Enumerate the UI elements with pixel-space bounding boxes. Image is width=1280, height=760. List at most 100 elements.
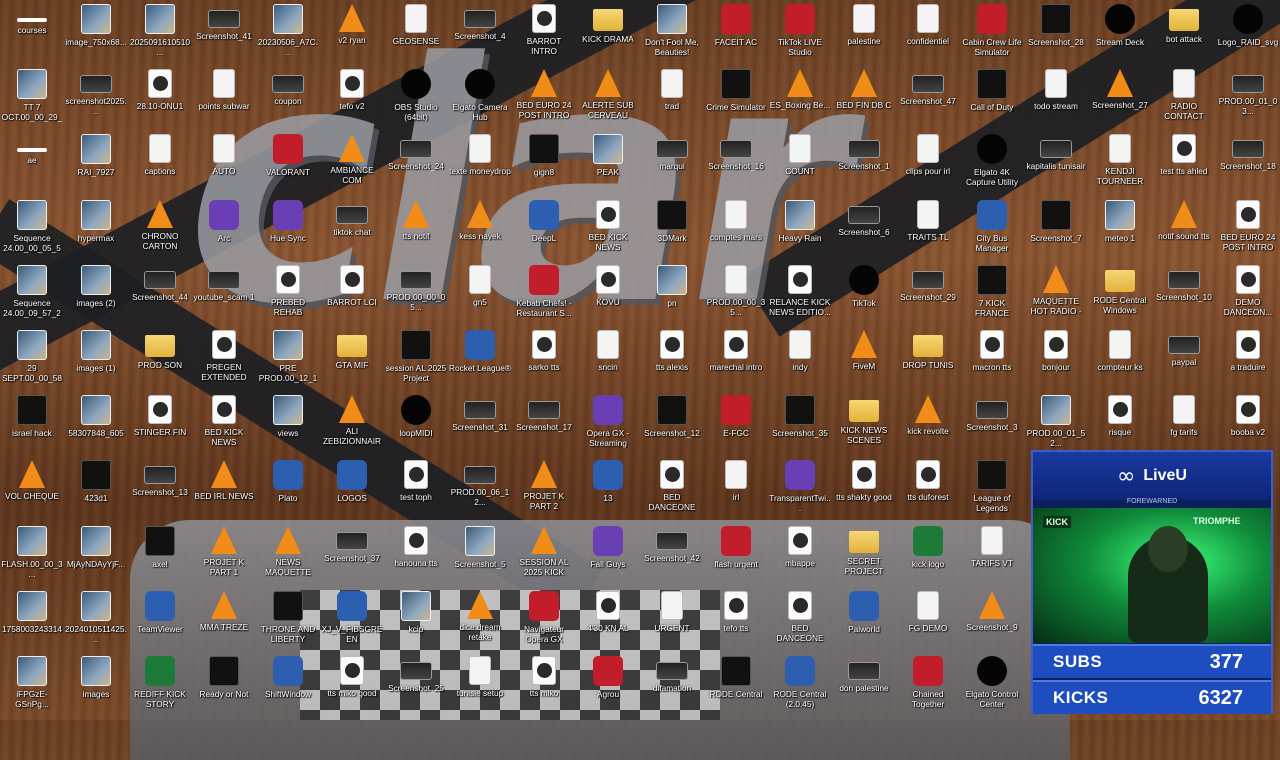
desktop-icon[interactable]: TikTok — [832, 261, 896, 326]
desktop-icon[interactable]: RADIO CONTACT — [1152, 65, 1216, 130]
desktop-icon[interactable]: Elgato Control Center — [960, 652, 1024, 717]
desktop-icon[interactable]: PREGEN EXTENDED — [192, 326, 256, 391]
desktop-icon[interactable]: Logo_RAID_svg — [1216, 0, 1280, 65]
desktop-icon[interactable]: screenshot2025... — [64, 65, 128, 130]
desktop-icon[interactable]: TeamViewer — [128, 587, 192, 652]
desktop-icon[interactable]: BARROT INTRO — [512, 0, 576, 65]
desktop-icon[interactable]: BED FIN DB C — [832, 65, 896, 130]
desktop-icon[interactable]: City Bus Manager — [960, 196, 1024, 261]
desktop-icon[interactable]: 20230506_A7C... — [256, 0, 320, 65]
desktop-icon[interactable]: indy — [768, 326, 832, 391]
desktop-icon[interactable]: Screenshot_17 — [512, 391, 576, 456]
desktop-icon[interactable]: Screenshot_25 — [384, 652, 448, 717]
desktop-icon[interactable]: images — [64, 652, 128, 717]
desktop-icon[interactable]: Screenshot_37 — [320, 522, 384, 587]
desktop-icon[interactable]: BED KICK NEWS BREAKING TIM... — [576, 196, 640, 261]
desktop-icon[interactable]: tts miko good — [320, 652, 384, 717]
desktop-icon[interactable]: Arc — [192, 196, 256, 261]
desktop-icon[interactable]: Kebab Chefs! - Restaurant S... — [512, 261, 576, 326]
desktop-icon[interactable]: tefo v2 — [320, 65, 384, 130]
desktop-icon[interactable]: tts miko — [512, 652, 576, 717]
desktop-icon[interactable]: KENDJI TOURNEER — [1088, 130, 1152, 195]
desktop-icon[interactable]: kess nayek — [448, 196, 512, 261]
desktop-icon[interactable]: PROD.00_00_05... — [384, 261, 448, 326]
desktop-icon[interactable]: KICK DRAMA — [576, 0, 640, 65]
desktop-icon[interactable]: macron tts — [960, 326, 1024, 391]
desktop-icon[interactable]: compteur ks — [1088, 326, 1152, 391]
desktop-icon[interactable]: v2 ryan — [320, 0, 384, 65]
desktop-icon[interactable]: axel — [128, 522, 192, 587]
desktop-icon[interactable]: ShiftWindow — [256, 652, 320, 717]
desktop-icon[interactable]: FG DEMO — [896, 587, 960, 652]
desktop-icon[interactable]: palestine — [832, 0, 896, 65]
desktop-icon[interactable]: DeepL — [512, 196, 576, 261]
desktop-icon[interactable]: israel hack — [0, 391, 64, 456]
desktop-icon[interactable]: kapitalis tunisair — [1024, 130, 1088, 195]
desktop-icon[interactable]: Screenshot_1 — [832, 130, 896, 195]
desktop-icon[interactable]: FACEIT AC — [704, 0, 768, 65]
desktop-icon[interactable]: don palestine — [832, 652, 896, 717]
desktop-icon[interactable]: confidentiel — [896, 0, 960, 65]
desktop-icon[interactable]: Screenshot_18 — [1216, 130, 1280, 195]
desktop-icon[interactable]: Screenshot_6 — [832, 196, 896, 261]
desktop-icon[interactable]: hypermax — [64, 196, 128, 261]
desktop-icon[interactable]: clips pour irl — [896, 130, 960, 195]
desktop-icon[interactable]: tefo tts — [704, 587, 768, 652]
desktop-icon[interactable]: 29 SEPT.00_00_58_... — [0, 326, 64, 391]
desktop-icon[interactable]: test toph — [384, 456, 448, 521]
desktop-icon[interactable]: STINGER FIN — [128, 391, 192, 456]
desktop-icon[interactable]: SECRET PROJECT LNDY CORP — [832, 522, 896, 587]
desktop-icon[interactable]: Screenshot_10 — [1152, 261, 1216, 326]
desktop-icon[interactable]: 28.10-ONU1 — [128, 65, 192, 130]
desktop-icon[interactable]: BARROT LCI — [320, 261, 384, 326]
desktop-icon[interactable]: PREBED REHAB — [256, 261, 320, 326]
desktop-icon[interactable]: pn — [640, 261, 704, 326]
desktop-icon[interactable]: fg tarifs — [1152, 391, 1216, 456]
desktop-icon[interactable]: PROD.00_00_35... — [704, 261, 768, 326]
desktop-icon[interactable]: DEMO DANCEON... — [1216, 261, 1280, 326]
desktop-icon[interactable]: PROD SON — [128, 326, 192, 391]
desktop-icon[interactable]: Plato — [256, 456, 320, 521]
desktop-icon[interactable]: Screenshot_12 — [640, 391, 704, 456]
desktop-icon[interactable]: 2025091610510... — [128, 0, 192, 65]
desktop-icon[interactable]: image_750x68... — [64, 0, 128, 65]
desktop-icon[interactable]: E-FGC — [704, 391, 768, 456]
desktop-icon[interactable]: XJ_V_FIBSGREEN — [320, 587, 384, 652]
desktop-icon[interactable]: RODE Central Windows v2.0.45 — [1088, 261, 1152, 326]
desktop-icon[interactable]: youtube_scam 1 — [192, 261, 256, 326]
desktop-icon[interactable]: coupon — [256, 65, 320, 130]
desktop-icon[interactable]: GTA MIF — [320, 326, 384, 391]
desktop-icon[interactable]: marechal intro — [704, 326, 768, 391]
desktop-icon[interactable]: 423d1 — [64, 456, 128, 521]
desktop-icon[interactable]: Ready or Not — [192, 652, 256, 717]
desktop-icon[interactable]: VALORANT — [256, 130, 320, 195]
desktop-icon[interactable]: images (1) — [64, 326, 128, 391]
desktop-icon[interactable]: marqui — [640, 130, 704, 195]
desktop-icon[interactable]: Opera GX - Streaming — [576, 391, 640, 456]
desktop-icon[interactable]: KOVU — [576, 261, 640, 326]
desktop-icon[interactable]: BED EURO 24 POST INTRO — [1216, 196, 1280, 261]
desktop-icon[interactable]: kick revolte — [896, 391, 960, 456]
desktop-icon[interactable]: Screenshot_9 — [960, 587, 1024, 652]
desktop-icon[interactable]: Screenshot_31 — [448, 391, 512, 456]
desktop-icon[interactable]: points subwar — [192, 65, 256, 130]
desktop-icon[interactable]: test tts ahled — [1152, 130, 1216, 195]
desktop-icon[interactable]: comptes mars — [704, 196, 768, 261]
desktop-icon[interactable]: flash urgent — [704, 522, 768, 587]
desktop-icon[interactable]: 1758003243314 — [0, 587, 64, 652]
desktop-icon[interactable]: Screenshot_24 — [384, 130, 448, 195]
desktop-icon[interactable]: gign8 — [512, 130, 576, 195]
desktop-icon[interactable]: MjAyNDAyYjF... — [64, 522, 128, 587]
desktop-icon[interactable]: GEOSENSE — [384, 0, 448, 65]
desktop-icon[interactable]: trad — [640, 65, 704, 130]
desktop-icon[interactable]: PROD.00_06_12... — [448, 456, 512, 521]
desktop-icon[interactable]: kcip — [384, 587, 448, 652]
desktop-icon[interactable]: paypal — [1152, 326, 1216, 391]
desktop-icon[interactable]: texte moneydrop — [448, 130, 512, 195]
desktop-icon[interactable]: a traduire — [1216, 326, 1280, 391]
desktop-icon[interactable]: Screenshot_3 — [960, 391, 1024, 456]
desktop-icon[interactable]: bonjour — [1024, 326, 1088, 391]
desktop-icon[interactable]: dice dream retake — [448, 587, 512, 652]
desktop-icon[interactable]: Screenshot_13 — [128, 456, 192, 521]
desktop-icon[interactable]: BED DANCEONE DAFT PUNK — [768, 587, 832, 652]
